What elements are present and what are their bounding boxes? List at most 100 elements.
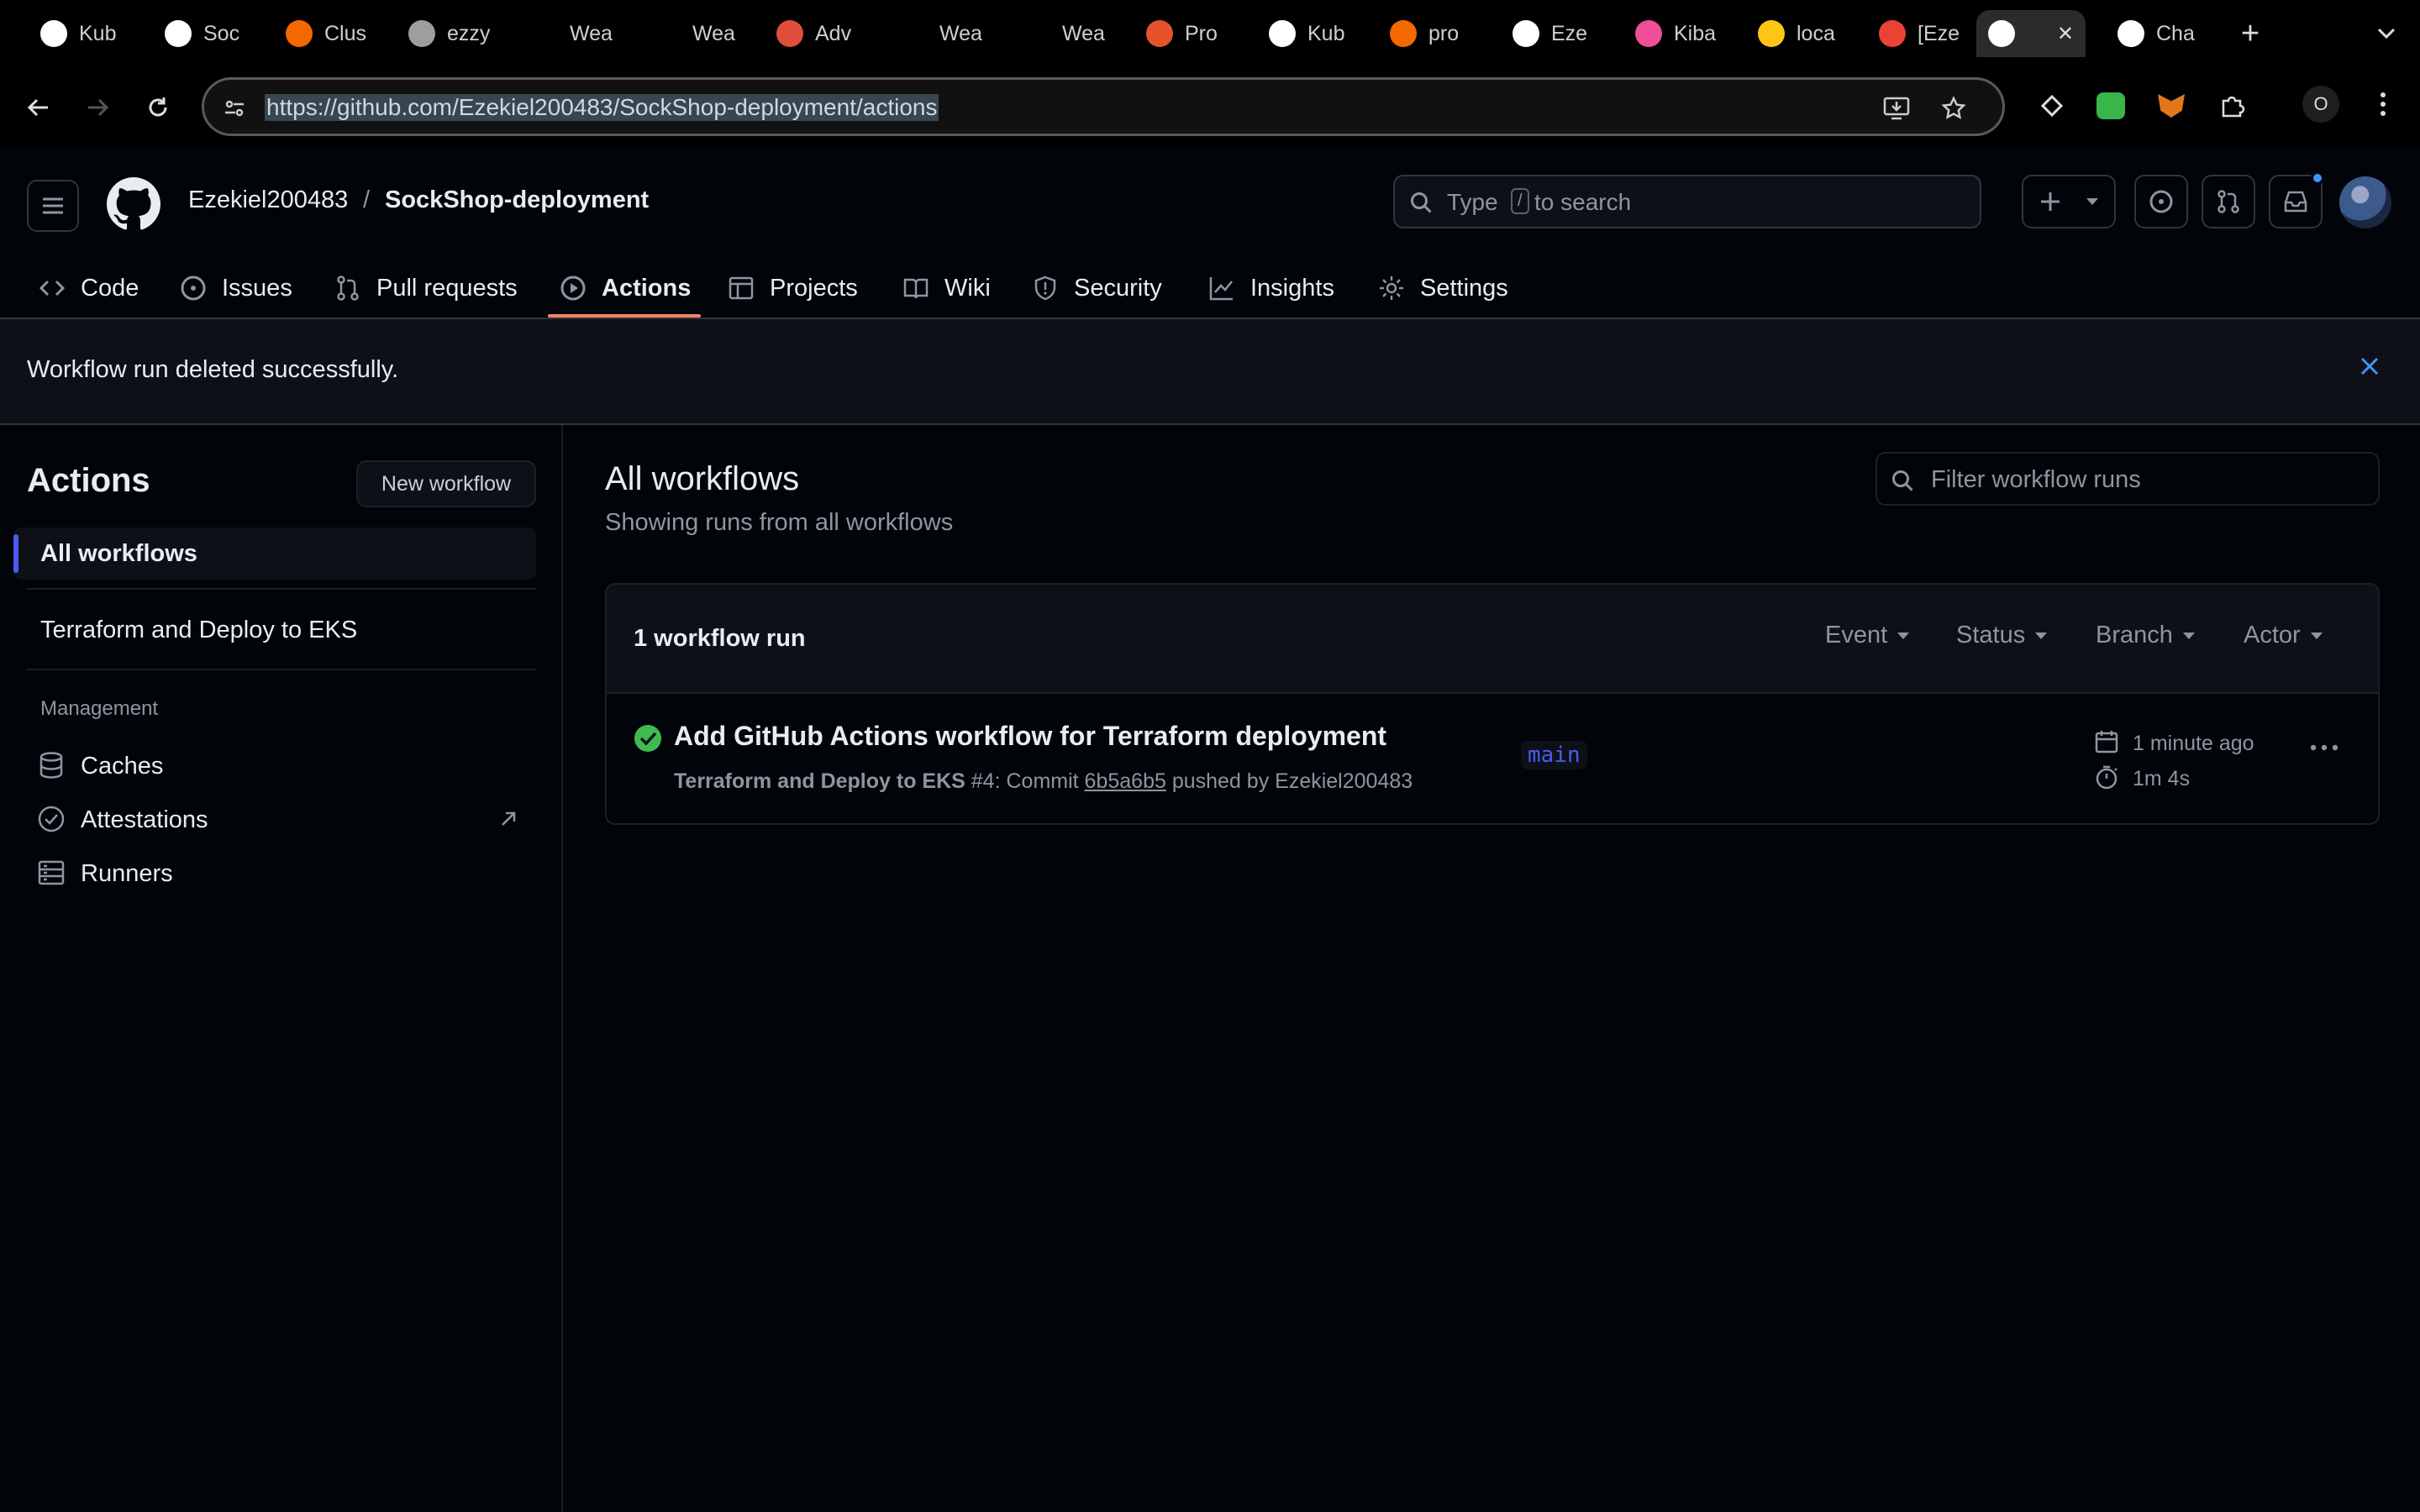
browser-tab[interactable]: Clus bbox=[286, 10, 385, 57]
chevron-down-icon bbox=[2077, 186, 2107, 217]
back-icon[interactable] bbox=[17, 86, 60, 129]
tab-projects[interactable]: Projects bbox=[728, 259, 858, 318]
browser-tab[interactable]: Kub bbox=[40, 10, 139, 57]
browser-menu-icon[interactable] bbox=[2366, 86, 2400, 123]
browser-tab[interactable]: [Eze bbox=[1879, 10, 1978, 57]
extension-green-icon[interactable] bbox=[2092, 87, 2129, 124]
browser-tab[interactable]: pro bbox=[1390, 10, 1489, 57]
site-info-icon[interactable] bbox=[219, 93, 250, 123]
bookmark-star-icon[interactable] bbox=[1937, 92, 1970, 125]
book-icon bbox=[903, 278, 929, 299]
url-text[interactable]: https://github.com/Ezekiel200483/SockSho… bbox=[265, 94, 939, 121]
forward-icon[interactable] bbox=[76, 86, 119, 129]
status-filter-dropdown[interactable]: Status bbox=[1956, 622, 2048, 649]
actions-sidebar: Actions New workflow All workflows Terra… bbox=[0, 425, 563, 1512]
chevron-down-icon bbox=[2035, 632, 2048, 639]
reload-icon[interactable] bbox=[136, 86, 180, 129]
extension-diamond-icon[interactable] bbox=[2033, 87, 2070, 124]
browser-tab[interactable]: Wea bbox=[1023, 10, 1123, 57]
profile-avatar[interactable]: O bbox=[2302, 86, 2339, 123]
run-count: 1 workflow run bbox=[634, 625, 806, 652]
issues-circle-icon[interactable] bbox=[2134, 175, 2188, 228]
search-icon bbox=[1892, 470, 1913, 491]
tab-insights[interactable]: Insights bbox=[1208, 259, 1334, 318]
hamburger-menu-icon[interactable] bbox=[27, 180, 79, 232]
run-title-link[interactable]: Add GitHub Actions workflow for Terrafor… bbox=[674, 721, 1386, 752]
new-workflow-button[interactable]: New workflow bbox=[356, 460, 536, 507]
tab-code[interactable]: Code bbox=[39, 259, 139, 318]
repo-owner-link[interactable]: Ezekiel200483 bbox=[188, 186, 348, 214]
browser-tab[interactable]: Wea bbox=[654, 10, 753, 57]
browser-tab-title: ezzy bbox=[447, 21, 491, 45]
close-tab-icon[interactable]: ✕ bbox=[2057, 22, 2074, 46]
global-search-input[interactable]: Type / to search bbox=[1393, 175, 1981, 228]
close-icon[interactable] bbox=[2353, 349, 2386, 383]
inbox-icon[interactable] bbox=[2269, 171, 2324, 228]
actor-filter-label: Actor bbox=[2244, 622, 2301, 648]
tab-settings[interactable]: Settings bbox=[1378, 259, 1508, 318]
browser-tab-title: Kub bbox=[79, 21, 117, 45]
create-new-button[interactable] bbox=[2022, 175, 2116, 228]
browser-tab[interactable]: ezzy bbox=[408, 10, 508, 57]
issue-opened-icon bbox=[181, 276, 206, 301]
sidebar-item-runners[interactable]: Runners bbox=[27, 850, 531, 895]
server-icon bbox=[38, 860, 65, 885]
browser-tab[interactable]: Kiba bbox=[1635, 10, 1734, 57]
tab-actions[interactable]: Actions bbox=[560, 259, 691, 318]
search-icon bbox=[1407, 188, 1435, 217]
browser-tab[interactable]: ✕ bbox=[1976, 10, 2086, 57]
actor-filter-dropdown[interactable]: Actor bbox=[2244, 622, 2323, 649]
branch-label[interactable]: main bbox=[1521, 741, 1587, 769]
stopwatch-icon bbox=[2096, 765, 2118, 790]
github-logo-icon[interactable] bbox=[106, 176, 161, 232]
tab-wiki[interactable]: Wiki bbox=[902, 259, 991, 318]
user-avatar[interactable] bbox=[2339, 176, 2391, 228]
run-workflow-name: Terraform and Deploy to EKS bbox=[674, 769, 965, 793]
sidebar-item-caches[interactable]: Caches bbox=[27, 743, 531, 788]
browser-tab[interactable]: Wea bbox=[531, 10, 630, 57]
browser-tab[interactable]: Soc bbox=[165, 10, 264, 57]
branch-filter-dropdown[interactable]: Branch bbox=[2096, 622, 2195, 649]
browser-tab[interactable]: Cha bbox=[2118, 10, 2217, 57]
run-number: #4: Commit bbox=[971, 769, 1079, 793]
browser-tab[interactable]: Pro bbox=[1146, 10, 1245, 57]
commit-sha-link[interactable]: 6b5a6b5 bbox=[1085, 769, 1166, 793]
event-filter-dropdown[interactable]: Event bbox=[1825, 622, 1910, 649]
github-icon bbox=[165, 20, 192, 47]
breadcrumb-separator: / bbox=[363, 186, 371, 213]
browser-tab-title: pro bbox=[1428, 21, 1460, 45]
workflow-run-row[interactable]: Add GitHub Actions workflow for Terrafor… bbox=[607, 694, 2378, 823]
github-icon bbox=[1512, 20, 1539, 47]
tab-code-label: Code bbox=[81, 274, 139, 302]
browser-tab-title: loca bbox=[1797, 21, 1835, 45]
sidebar-item-attestations[interactable]: Attestations bbox=[27, 796, 531, 842]
filter-workflow-runs-input[interactable]: Filter workflow runs bbox=[1876, 452, 2380, 506]
extensions-puzzle-icon[interactable] bbox=[2213, 87, 2250, 124]
browser-tab[interactable]: Eze bbox=[1512, 10, 1612, 57]
sidebar-item-terraform-deploy[interactable]: Terraform and Deploy to EKS bbox=[40, 617, 357, 644]
browser-tab[interactable]: Kub bbox=[1269, 10, 1368, 57]
browser-tab-title: Clus bbox=[324, 21, 367, 45]
browser-tab[interactable]: loca bbox=[1758, 10, 1857, 57]
status-filter-label: Status bbox=[1956, 622, 2026, 648]
sidebar-item-all-workflows[interactable]: All workflows bbox=[13, 528, 536, 580]
run-time-ago: 1 minute ago bbox=[2133, 732, 2254, 755]
run-pushed-by: pushed by Ezekiel200483 bbox=[1171, 769, 1413, 793]
shield-icon bbox=[1034, 276, 1056, 301]
install-app-icon[interactable] bbox=[1880, 92, 1913, 125]
tab-security[interactable]: Security bbox=[1032, 259, 1162, 318]
tab-issues[interactable]: Issues bbox=[180, 259, 292, 318]
repo-name-link[interactable]: SockShop-deployment bbox=[385, 186, 649, 214]
metamask-fox-icon[interactable] bbox=[2153, 87, 2190, 124]
kebab-menu-icon[interactable] bbox=[2302, 731, 2346, 764]
tab-search-chevron-icon[interactable] bbox=[2368, 15, 2405, 52]
calendar-icon bbox=[2095, 731, 2118, 753]
runs-header: 1 workflow run Event Status Branch Actor bbox=[607, 585, 2378, 694]
tab-pull-requests[interactable]: Pull requests bbox=[334, 259, 518, 318]
pull-requests-icon[interactable] bbox=[2202, 175, 2255, 228]
browser-tab[interactable]: Adv bbox=[776, 10, 876, 57]
browser-tab[interactable]: Wea bbox=[901, 10, 1000, 57]
new-tab-icon[interactable]: + bbox=[2232, 15, 2269, 52]
active-tab-underline bbox=[548, 314, 701, 318]
address-bar[interactable]: https://github.com/Ezekiel200483/SockSho… bbox=[202, 77, 2005, 136]
